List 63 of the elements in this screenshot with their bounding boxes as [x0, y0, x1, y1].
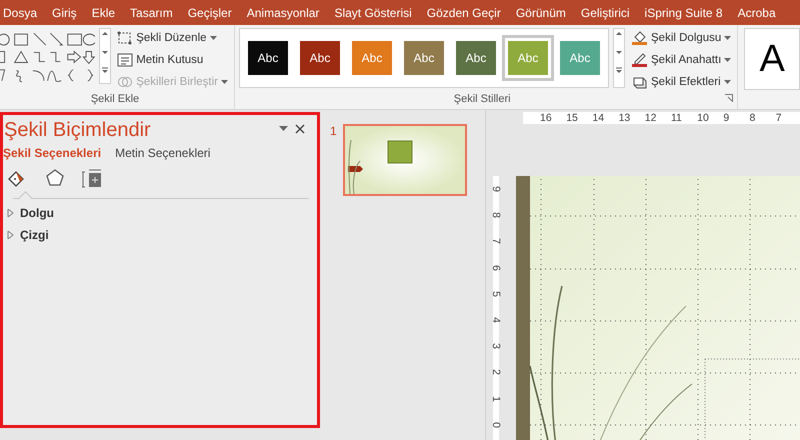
ruler-label: 11: [670, 112, 683, 124]
close-icon: [295, 124, 305, 134]
size-icon: [82, 168, 104, 190]
ruler-label: 7: [490, 238, 502, 244]
ruler-label: 0: [490, 422, 502, 428]
ruler-label: 10: [697, 112, 710, 124]
caret-icon: [278, 126, 288, 131]
pane-title: Şekil Biçimlendir: [4, 119, 152, 142]
ruler-label: 13: [618, 112, 632, 124]
slide-number: 1: [330, 124, 337, 140]
ruler-label: 5: [490, 290, 502, 297]
ribbon-tab[interactable]: Animasyonlar: [246, 6, 320, 20]
ribbon-tab[interactable]: Dosya: [3, 6, 38, 20]
close-button[interactable]: [293, 122, 307, 136]
pen-icon: [631, 51, 648, 68]
ribbon-tab[interactable]: Giriş: [52, 6, 77, 20]
ribbon-tab[interactable]: Görünüm: [516, 6, 566, 20]
pane-tab[interactable]: Şekil Seçenekleri: [3, 146, 102, 160]
ribbon-command[interactable]: Şekil Efektleri: [629, 72, 734, 91]
slide-canvas[interactable]: [516, 176, 800, 440]
ruler-label: 1: [490, 396, 502, 402]
ribbon-tab[interactable]: Geliştirici: [580, 6, 630, 20]
ribbon-command[interactable]: Metin Kutusu: [115, 50, 230, 69]
group-label: Şekil Ekle: [90, 93, 140, 107]
section-header[interactable]: Çizgi: [7, 224, 49, 246]
ruler-label: 12: [644, 112, 658, 124]
paint-bucket-icon: [631, 29, 648, 46]
section-header[interactable]: Dolgu: [7, 202, 54, 224]
edit-shape-icon: [117, 30, 134, 46]
text-box-icon: [117, 52, 134, 68]
ribbon-tab[interactable]: Slayt Gösterisi: [334, 6, 412, 20]
caret-icon: [724, 58, 732, 62]
ribbon-tab[interactable]: Ekle: [92, 6, 116, 20]
group-label: Şekil Stilleri: [452, 93, 512, 107]
ruler-label: 9: [490, 186, 502, 192]
ribbon-tab[interactable]: iSpring Suite 8: [644, 6, 723, 20]
wordart-gallery[interactable]: A: [744, 28, 800, 90]
ruler-label: 16: [540, 112, 553, 124]
slide-thumbnail[interactable]: [342, 124, 467, 196]
ruler-label: 14: [592, 112, 606, 124]
caret-icon: [724, 36, 732, 40]
ribbon-command[interactable]: Şekil Dolgusu: [629, 28, 734, 47]
ruler-label: 8: [750, 112, 756, 124]
ribbon-tab[interactable]: Gözden Geçir: [426, 6, 501, 20]
caret-icon: [221, 80, 228, 84]
ruler-label: 2: [490, 369, 502, 376]
ribbon-tab[interactable]: Geçişler: [188, 6, 232, 20]
wordart-sample: A: [759, 38, 785, 80]
ribbon-tab[interactable]: Tasarım: [130, 6, 173, 20]
ribbon-command[interactable]: Şekli Düzenle: [115, 28, 230, 47]
dialog-launcher-icon[interactable]: [725, 94, 734, 102]
ruler-label: 15: [566, 112, 579, 124]
ruler-label: 3: [490, 343, 502, 350]
caret-icon: [210, 36, 217, 40]
pane-tab[interactable]: Metin Seçenekleri: [115, 146, 210, 160]
ruler-label: 4: [490, 317, 502, 323]
caret-icon: [724, 80, 731, 84]
ruler-label: 7: [776, 112, 783, 124]
ruler-label: 6: [490, 264, 502, 270]
ribbon-tab[interactable]: Acroba: [738, 6, 776, 20]
ribbon-command[interactable]: Şekil Anahattı: [629, 50, 734, 69]
ruler-label: 8: [490, 212, 502, 218]
ruler-label: 9: [723, 112, 730, 124]
